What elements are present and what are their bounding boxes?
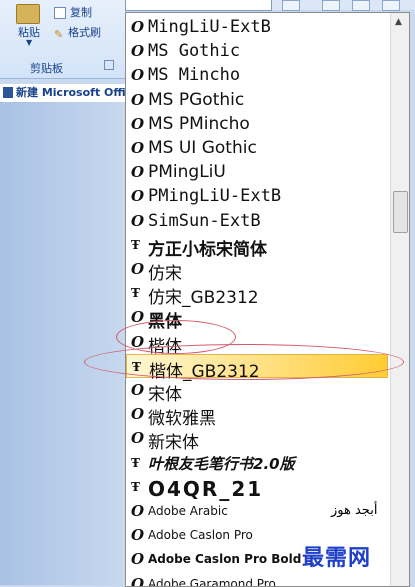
opentype-icon: O	[131, 405, 145, 424]
opentype-icon: O	[131, 211, 145, 230]
copy-label: 复制	[70, 6, 92, 19]
font-name-label: O4QR_21	[148, 476, 264, 501]
clipboard-group-label: 剪贴板	[30, 62, 63, 75]
font-name-label: Adobe Arabic	[148, 504, 228, 518]
font-list-item[interactable]: Ŧ 叶根友毛笔行书2.0版	[126, 451, 388, 475]
font-list-item[interactable]: O 仿宋	[126, 257, 388, 284]
watermark-text: 最需网	[302, 545, 372, 571]
opentype-icon: O	[131, 66, 145, 85]
font-size-dropdown-button[interactable]	[282, 0, 300, 11]
font-list-item[interactable]: O MS Gothic	[126, 39, 388, 63]
font-name-label: SimSun-ExtB	[148, 210, 261, 231]
font-list-item[interactable]: O Adobe Arabic أبجد هوز	[126, 499, 388, 523]
copy-button[interactable]: 复制	[54, 4, 92, 20]
truetype-icon: Ŧ	[131, 479, 140, 494]
font-name-label: PMingLiU-ExtB	[148, 186, 282, 207]
font-name-label: Adobe Garamond Pro	[148, 576, 276, 587]
clear-format-button[interactable]	[382, 0, 400, 11]
font-list-item[interactable]: O PMingLiU	[126, 160, 388, 184]
font-list-item[interactable]: O MS UI Gothic	[126, 136, 388, 160]
truetype-icon: Ŧ	[131, 286, 140, 301]
font-name-label: MS Mincho	[148, 65, 241, 86]
opentype-icon: O	[131, 381, 145, 399]
opentype-icon: O	[131, 18, 145, 36]
font-list-item[interactable]: O 微软雅黑	[126, 402, 388, 429]
font-list-item[interactable]: O 宋体	[126, 378, 388, 405]
font-list-item[interactable]: O 新宋体	[126, 426, 388, 453]
font-name-label: 叶根友毛笔行书2.0版	[148, 454, 295, 473]
font-list-item[interactable]: O PMingLiU-ExtB	[126, 184, 388, 208]
opentype-icon: O	[131, 429, 145, 448]
document-tab[interactable]: 新建 Microsoft Office	[0, 84, 125, 103]
document-workspace	[0, 102, 125, 585]
font-name-label: PMingLiU	[148, 162, 226, 183]
font-name-input[interactable]	[125, 0, 272, 11]
font-dropdown-list[interactable]: O MingLiU-ExtB O MS Gothic O MS Mincho O MS PGo…	[125, 12, 410, 587]
clipboard-icon	[16, 4, 40, 24]
grow-font-button[interactable]	[322, 0, 340, 11]
opentype-icon: O	[131, 163, 145, 182]
copy-icon	[54, 7, 66, 19]
scrollbar-thumb[interactable]	[393, 191, 408, 233]
opentype-icon: O	[131, 502, 145, 520]
format-painter-label: 格式刷	[68, 26, 101, 39]
opentype-icon: O	[131, 139, 145, 157]
truetype-icon: Ŧ	[131, 455, 140, 470]
opentype-icon: O	[131, 90, 145, 109]
opentype-icon: O	[131, 574, 145, 587]
font-name-label: MS PGothic	[148, 89, 245, 110]
font-list-item[interactable]: Ŧ 方正小标宋简体	[126, 233, 388, 260]
font-name-label: MingLiU-ExtB	[148, 17, 271, 37]
opentype-icon: O	[131, 42, 145, 61]
font-name-label: MS PMincho	[148, 113, 250, 134]
font-list-item[interactable]: O MS PMincho	[126, 112, 388, 136]
opentype-icon: O	[131, 114, 145, 133]
annotation-circle-kaiti-gb2312	[84, 344, 404, 380]
truetype-icon: Ŧ	[131, 237, 140, 252]
format-painter-button[interactable]: ✎ 格式刷	[54, 24, 101, 41]
font-name-label: MS Gothic	[148, 41, 241, 62]
scroll-up-icon[interactable]: ▲	[395, 17, 402, 27]
font-list-item[interactable]: O MingLiU-ExtB	[126, 15, 388, 39]
ribbon-clipboard-group: 粘贴 ▼ 复制 ✎ 格式刷 剪贴板	[0, 0, 125, 79]
paste-button[interactable]: 粘贴 ▼	[6, 2, 48, 54]
opentype-icon: O	[131, 550, 145, 569]
font-sample-text: أبجد هوز	[331, 503, 378, 518]
opentype-icon: O	[131, 526, 145, 545]
document-title: 新建 Microsoft Office	[16, 86, 125, 99]
font-name-label: Adobe Caslon Pro	[148, 528, 253, 543]
dialog-launcher-icon[interactable]	[104, 60, 114, 70]
font-list-item[interactable]: O SimSun-ExtB	[126, 209, 388, 233]
chevron-down-icon[interactable]: ▼	[26, 38, 32, 47]
opentype-icon: O	[131, 260, 145, 278]
format-painter-icon: ✎	[54, 28, 64, 41]
opentype-icon: O	[131, 187, 145, 206]
font-name-label: Adobe Caslon Pro Bold	[148, 552, 302, 567]
word-document-icon	[3, 87, 13, 98]
font-list-item[interactable]: O MS Mincho	[126, 63, 388, 87]
font-list-item[interactable]: Ŧ O4QR_21	[126, 475, 388, 501]
shrink-font-button[interactable]	[352, 0, 370, 11]
font-list-item[interactable]: O MS PGothic	[126, 88, 388, 112]
font-name-label: MS UI Gothic	[148, 138, 257, 158]
scrollbar[interactable]: ▲	[390, 13, 409, 586]
font-list-item[interactable]: Ŧ 仿宋_GB2312	[126, 281, 388, 308]
